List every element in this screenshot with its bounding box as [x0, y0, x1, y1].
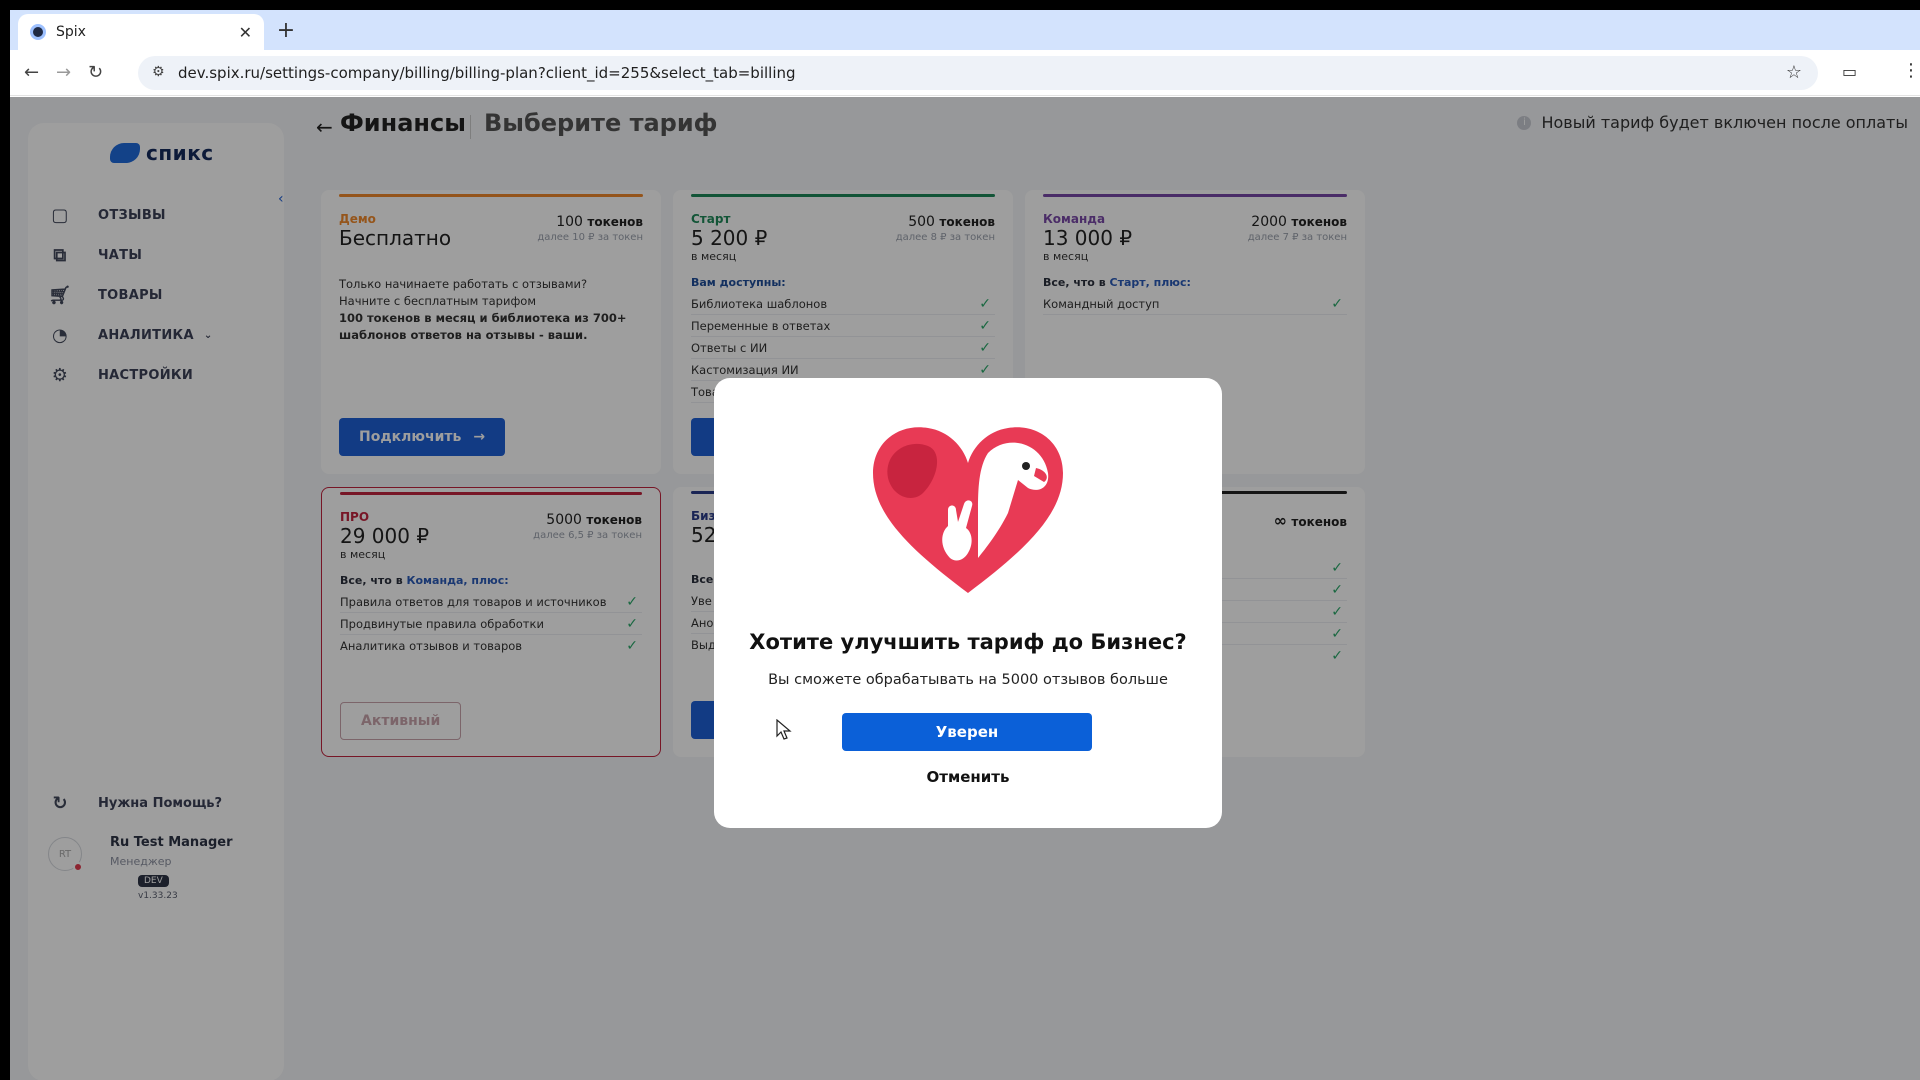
tab-bar: Spix ✕ +: [10, 10, 1920, 50]
bookmark-star-icon[interactable]: ☆: [1786, 62, 1802, 83]
back-icon[interactable]: ←: [24, 62, 39, 83]
address-bar: ← → ↻ ⚙ dev.spix.ru/settings-company/bil…: [10, 50, 1920, 96]
dialog-message: Вы сможете обрабатывать на 5000 отзывов …: [768, 672, 1168, 688]
heart-parrot-illustration-icon: [873, 427, 1063, 593]
upgrade-confirm-dialog: Хотите улучшить тариф до Бизнес? Вы смож…: [714, 378, 1222, 828]
browser-window: Spix ✕ + ← → ↻ ⚙ dev.spix.ru/settings-co…: [10, 10, 1920, 1080]
new-tab-icon[interactable]: +: [272, 18, 300, 43]
forward-icon[interactable]: →: [56, 62, 71, 83]
favicon-icon: [30, 24, 46, 40]
url-text: dev.spix.ru/settings-company/billing/bil…: [178, 64, 796, 82]
browser-tab[interactable]: Spix ✕: [18, 14, 264, 50]
mouse-cursor-icon: [776, 719, 792, 740]
confirm-button[interactable]: Уверен: [842, 713, 1092, 751]
dialog-title: Хотите улучшить тариф до Бизнес?: [749, 630, 1187, 654]
page: спикс ‹ ▢ ОТЗЫВЫ ⧉ ЧАТЫ 🛒︎ ТОВАРЫ ◔ АНАЛ…: [10, 97, 1920, 1080]
browser-menu-icon[interactable]: ⋮: [1902, 60, 1920, 81]
cancel-button[interactable]: Отменить: [714, 768, 1222, 786]
site-settings-icon[interactable]: ⚙: [152, 64, 165, 80]
reload-icon[interactable]: ↻: [88, 62, 103, 83]
search-tab-icon[interactable]: ▭: [1842, 62, 1857, 81]
close-tab-icon[interactable]: ✕: [239, 23, 252, 42]
confirm-button-label: Уверен: [935, 723, 999, 741]
url-field[interactable]: ⚙ dev.spix.ru/settings-company/billing/b…: [138, 56, 1818, 90]
tab-title: Spix: [56, 24, 86, 40]
